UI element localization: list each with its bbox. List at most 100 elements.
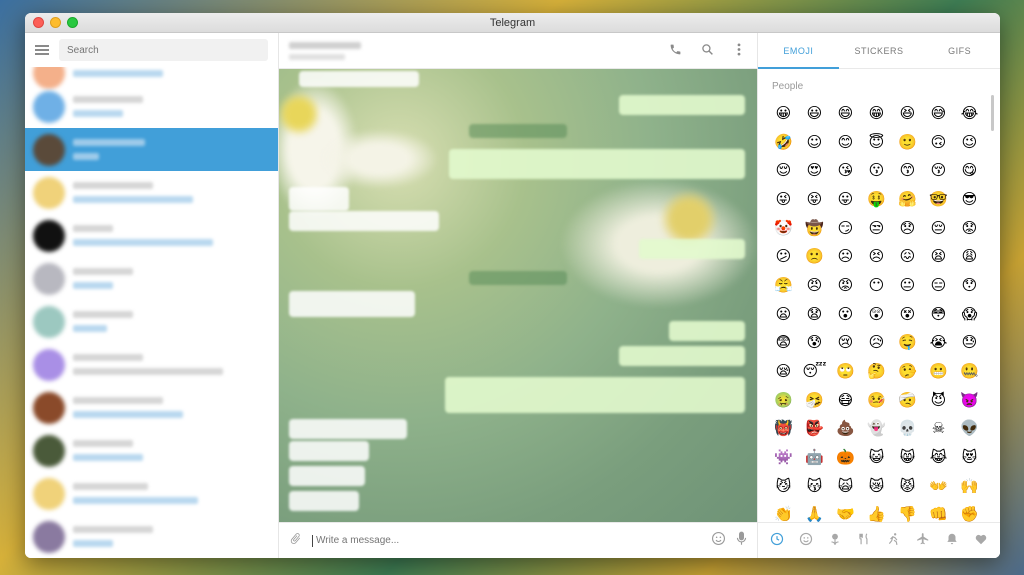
emoji-item[interactable]: 😌 [768,156,799,185]
phone-icon[interactable] [667,43,683,59]
emoji-item[interactable]: 🙁 [799,242,830,271]
emoji-item[interactable]: 😶 [861,271,892,300]
emoji-item[interactable]: 😠 [799,271,830,300]
emoji-item[interactable]: 🤐 [954,357,985,386]
emoji-item[interactable]: 😻 [954,443,985,472]
emoji-item[interactable]: ☠ [923,415,954,444]
tab-gifs[interactable]: GIFS [919,33,1000,68]
emoji-item[interactable]: 😗 [861,156,892,185]
emoji-item[interactable]: 😺 [861,443,892,472]
emoji-item[interactable]: 👐 [923,472,954,501]
emoji-item[interactable]: 😴 [799,357,830,386]
symbols-icon[interactable] [970,532,992,549]
emoji-item[interactable]: 😥 [861,329,892,358]
emoji-item[interactable]: 😀 [768,99,799,128]
emoji-item[interactable]: 😬 [923,357,954,386]
chat-list-item[interactable] [25,300,278,343]
emoji-item[interactable]: 😭 [923,329,954,358]
emoji-item[interactable]: 😢 [830,329,861,358]
emoji-item[interactable]: 😩 [954,242,985,271]
objects-icon[interactable] [941,532,963,549]
emoji-item[interactable]: ☺ [799,128,830,157]
emoji-item[interactable]: 😿 [861,472,892,501]
emoji-item[interactable]: 😲 [861,300,892,329]
emoji-item[interactable]: 👹 [768,415,799,444]
emoji-item[interactable]: 😔 [923,214,954,243]
emoji-item[interactable]: 😵 [892,300,923,329]
emoji-item[interactable]: 🙀 [830,472,861,501]
emoji-item[interactable]: 😝 [799,185,830,214]
emoji-item[interactable]: 😆 [892,99,923,128]
emoji-item[interactable]: 😙 [892,156,923,185]
chat-list-item[interactable] [25,85,278,128]
emoji-item[interactable]: 😑 [923,271,954,300]
emoji-item[interactable]: 😈 [923,386,954,415]
emoji-item[interactable]: 😃 [799,99,830,128]
chat-list-item[interactable] [25,429,278,472]
emoji-item[interactable]: 😯 [954,271,985,300]
emoji-item[interactable]: 😁 [861,99,892,128]
emoji-item[interactable]: 😏 [830,214,861,243]
emoji-item[interactable]: 😍 [799,156,830,185]
emoji-item[interactable]: 🤓 [923,185,954,214]
emoji-item[interactable]: 🤖 [799,443,830,472]
tab-emoji[interactable]: EMOJI [758,33,839,69]
emoji-item[interactable]: 🤢 [768,386,799,415]
emoji-item[interactable]: 🙃 [923,128,954,157]
emoji-item[interactable]: 😓 [954,329,985,358]
emoji-item[interactable]: 😦 [768,300,799,329]
emoji-item[interactable]: 😇 [861,128,892,157]
emoji-item[interactable]: 😊 [830,128,861,157]
emoji-item[interactable]: 👺 [799,415,830,444]
emoji-item[interactable]: 😷 [830,386,861,415]
emoji-item[interactable]: 🙄 [830,357,861,386]
hamburger-menu-icon[interactable] [35,45,49,55]
emoji-item[interactable]: 😳 [923,300,954,329]
emoji-item[interactable]: 😒 [861,214,892,243]
chat-list-item[interactable] [25,214,278,257]
emoji-item[interactable]: 🤑 [861,185,892,214]
nature-icon[interactable] [824,532,846,549]
emoji-item[interactable]: 🎃 [830,443,861,472]
emoji-item[interactable]: 🤤 [892,329,923,358]
emoji-item[interactable]: 😉 [954,128,985,157]
emoji-item[interactable]: 😕 [768,242,799,271]
emoji-item[interactable]: 😎 [954,185,985,214]
emoji-scrollbar[interactable] [991,95,994,131]
emoji-item[interactable]: 🤧 [799,386,830,415]
emoji-item[interactable]: 😼 [768,472,799,501]
emoji-item[interactable]: 👾 [768,443,799,472]
emoji-item[interactable]: 😚 [923,156,954,185]
emoji-item[interactable]: 🤗 [892,185,923,214]
emoji-item[interactable]: 🙂 [892,128,923,157]
emoji-item[interactable]: 😫 [923,242,954,271]
chat-list-item[interactable] [25,257,278,300]
emoji-item[interactable]: 😘 [830,156,861,185]
emoji-item[interactable]: 😜 [768,185,799,214]
chat-list-item-selected[interactable] [25,128,278,171]
emoji-item[interactable]: 😽 [799,472,830,501]
emoji-item[interactable]: 😤 [768,271,799,300]
emoji-item[interactable]: 😨 [768,329,799,358]
emoji-item[interactable]: 😹 [923,443,954,472]
emoji-item[interactable]: 🤕 [892,386,923,415]
emoji-item[interactable]: 😛 [830,185,861,214]
emoji-item[interactable]: 😧 [799,300,830,329]
chat-list-item[interactable] [25,343,278,386]
emoji-item[interactable]: 💩 [830,415,861,444]
chat-list-item[interactable] [25,171,278,214]
tab-stickers[interactable]: STICKERS [839,33,920,68]
emoji-item[interactable]: 😟 [954,214,985,243]
emoji-item[interactable]: 🤥 [892,357,923,386]
emoji-item[interactable]: 😮 [830,300,861,329]
smiley-icon[interactable] [795,532,817,549]
emoji-item[interactable]: ☹ [830,242,861,271]
emoji-item[interactable]: 🤔 [861,357,892,386]
chat-list-item[interactable] [25,515,278,558]
emoji-item[interactable]: 👽 [954,415,985,444]
chat-list-item[interactable] [25,67,278,89]
emoji-item[interactable]: 👻 [861,415,892,444]
emoji-item[interactable]: 😄 [830,99,861,128]
attach-icon[interactable] [289,531,302,550]
emoji-item[interactable]: 😱 [954,300,985,329]
